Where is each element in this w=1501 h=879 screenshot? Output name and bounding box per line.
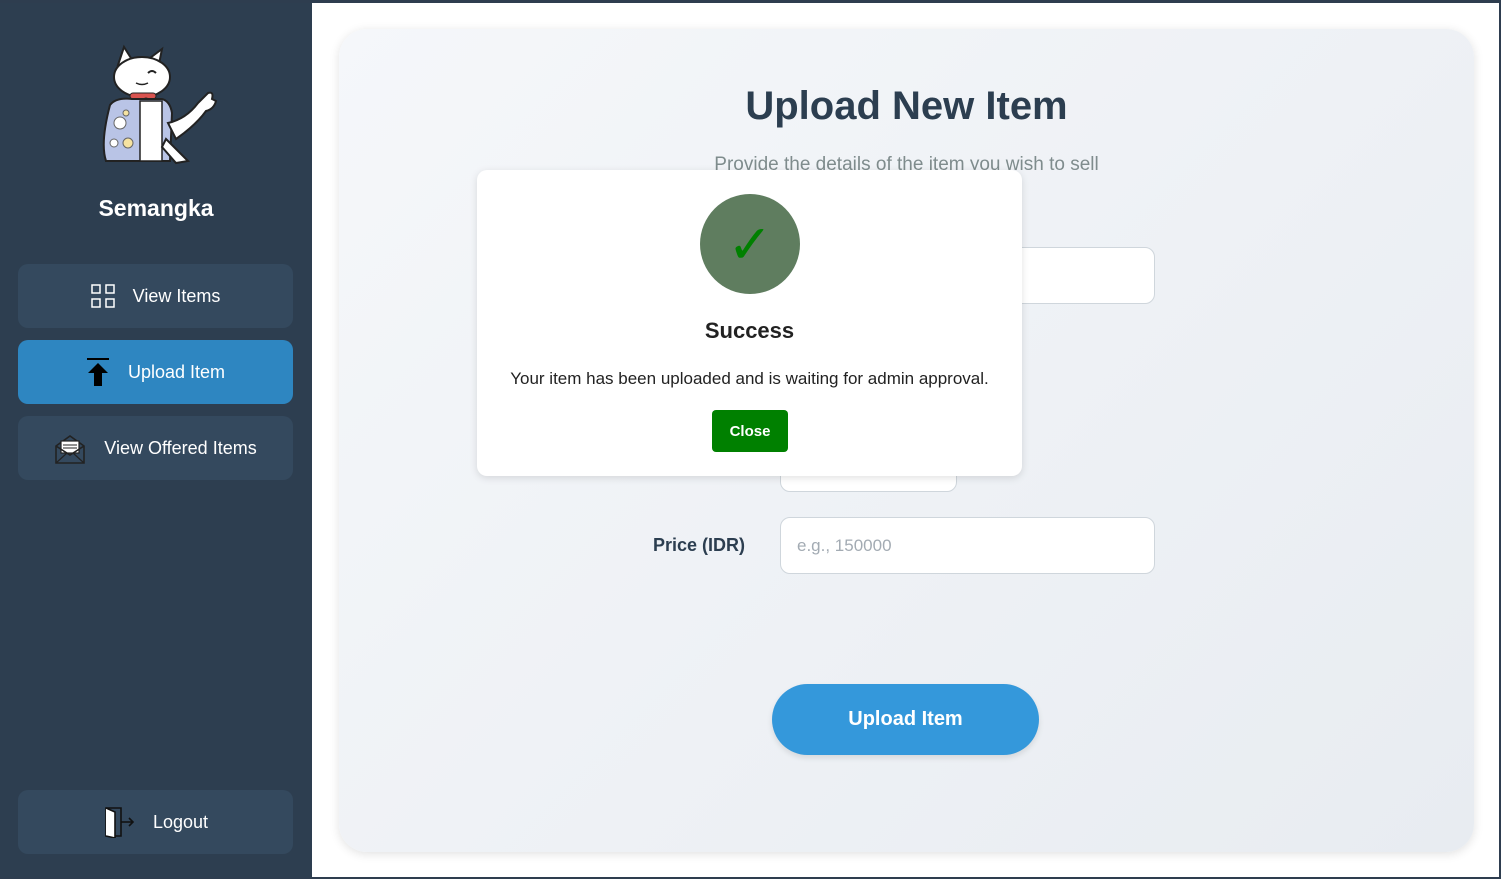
page-title: Upload New Item (745, 84, 1068, 128)
upload-item-button[interactable]: Upload Item (772, 684, 1039, 755)
upload-arrow-icon (86, 357, 110, 387)
modal-title: Success (704, 318, 795, 343)
sidebar-item-view-offered-items[interactable]: View Offered Items (18, 416, 293, 480)
sidebar-item-label: Upload Item (127, 361, 226, 382)
grid-icon (90, 284, 115, 308)
logout-door-icon (103, 806, 135, 838)
price-label: Price (IDR) (652, 535, 745, 555)
logout-button[interactable]: Logout (18, 790, 293, 854)
success-modal: ✓ Success Your item has been uploaded an… (477, 170, 1022, 476)
offer-envelope-icon (54, 432, 86, 464)
sidebar-item-view-items[interactable]: View Items (18, 264, 293, 328)
modal-message: Your item has been uploaded and is waiti… (510, 369, 989, 388)
cat-mascot-avatar (102, 44, 218, 165)
close-button[interactable]: Close (712, 410, 788, 452)
sidebar: Semangka View Items Upload Item View Off… (0, 3, 312, 877)
user-name: Semangka (98, 195, 214, 221)
price-input[interactable] (780, 517, 1155, 574)
check-mark-icon: ✓ (700, 194, 800, 294)
sidebar-item-upload-item[interactable]: Upload Item (18, 340, 293, 404)
app-window: Semangka View Items Upload Item View Off… (0, 0, 1501, 879)
logout-label: Logout (152, 811, 209, 832)
avatar (96, 43, 220, 167)
sidebar-item-label: View Offered Items (104, 437, 257, 458)
sidebar-item-label: View Items (132, 285, 221, 306)
